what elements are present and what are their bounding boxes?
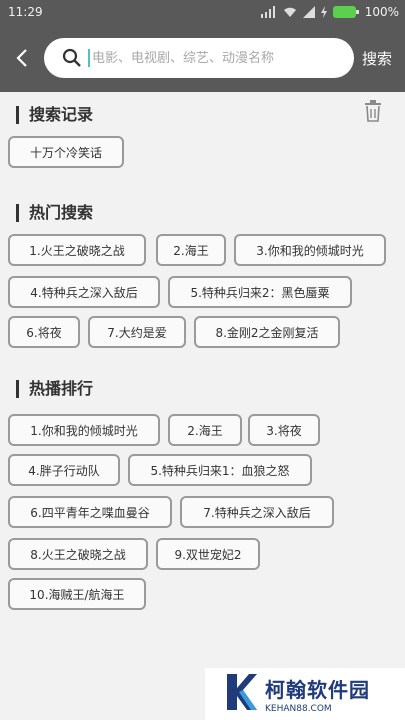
hot-play-item[interactable]: 5.特种兵归来1：血狼之怒 — [128, 454, 312, 486]
search-header: 搜索 — [0, 24, 405, 92]
hot-play-item[interactable]: 4.胖子行动队 — [8, 454, 120, 486]
battery-percent: 100% — [364, 5, 399, 19]
battery-icon — [332, 6, 359, 18]
hot-search-title: 热门搜索 — [16, 204, 93, 222]
hot-play-item[interactable]: 8.火王之破晓之战 — [8, 538, 148, 570]
hot-play-item[interactable]: 9.双世宠妃2 — [156, 538, 260, 570]
signal-strength-icon — [260, 6, 277, 18]
hot-search-item[interactable]: 3.你和我的倾城时光 — [234, 234, 386, 266]
watermark-logo-icon — [223, 672, 259, 716]
charging-icon — [320, 6, 327, 18]
chevron-left-icon — [16, 49, 27, 67]
watermark-name: 柯翰软件园 — [265, 678, 370, 702]
history-item[interactable]: 十万个冷笑话 — [8, 136, 124, 168]
hot-play-item[interactable]: 2.海王 — [168, 414, 242, 446]
search-box — [44, 38, 354, 78]
hot-play-item[interactable]: 1.你和我的倾城时光 — [8, 414, 160, 446]
hot-play-item[interactable]: 6.四平青年之喋血曼谷 — [8, 496, 172, 528]
history-title: 搜索记录 — [16, 106, 93, 124]
hot-search-item[interactable]: 2.海王 — [156, 234, 226, 266]
hot-search-item[interactable]: 1.火王之破晓之战 — [8, 234, 146, 266]
hot-search-item[interactable]: 8.金刚2之金刚复活 — [194, 316, 340, 348]
hot-play-item[interactable]: 10.海贼王/航海王 — [8, 578, 146, 610]
search-icon — [62, 48, 82, 68]
hot-play-title: 热播排行 — [16, 380, 93, 398]
hot-search-item[interactable]: 5.特种兵归来2：黑色蜃粟 — [168, 276, 352, 308]
hot-search-item[interactable]: 7.大约是爱 — [88, 316, 186, 348]
search-input[interactable] — [88, 49, 342, 67]
cellular-icon — [302, 6, 315, 18]
hot-search-item[interactable]: 4.特种兵之深入敌后 — [8, 276, 160, 308]
search-button[interactable]: 搜索 — [362, 48, 392, 69]
hot-play-item[interactable]: 7.特种兵之深入敌后 — [180, 496, 334, 528]
wifi-icon — [283, 6, 297, 18]
watermark-url: KEHAN88.COM — [265, 704, 332, 714]
status-time: 11:29 — [8, 5, 43, 19]
hot-play-item[interactable]: 3.将夜 — [248, 414, 320, 446]
trash-icon[interactable] — [363, 100, 383, 126]
status-bar: 11:29 100% — [0, 0, 405, 24]
hot-search-item[interactable]: 6.将夜 — [8, 316, 80, 348]
back-button[interactable] — [8, 38, 36, 78]
watermark: 柯翰软件园 KEHAN88.COM — [205, 668, 405, 720]
